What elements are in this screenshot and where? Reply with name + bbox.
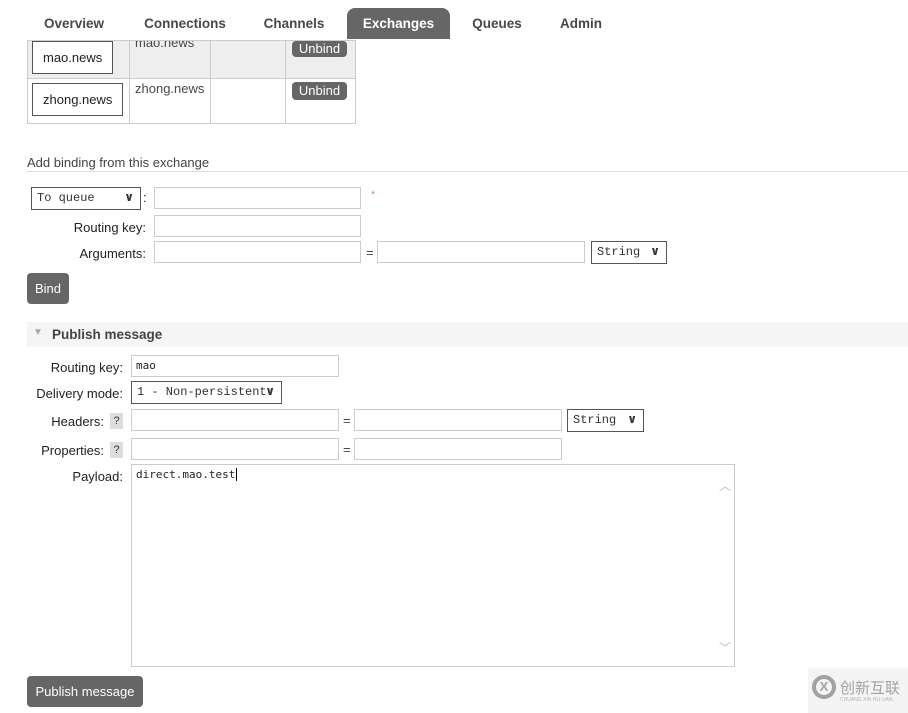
header-value-input[interactable] [354,409,562,431]
equals-sign: = [343,442,351,457]
routing-key-label: Routing key: [73,220,146,235]
publish-message-button[interactable]: Publish message [27,676,143,707]
delivery-mode-label: Delivery mode: [36,386,123,401]
table-row: mao.news mao.news Unbind [27,40,356,79]
unbind-button[interactable]: Unbind [292,82,347,100]
publish-routing-key-label: Routing key: [50,360,123,375]
properties-label: Properties: [41,443,104,458]
select-value: String [597,245,641,259]
select-value: String [573,413,617,427]
table-row: zhong.news zhong.news Unbind [27,78,356,124]
header-type-select[interactable]: String ∨ [567,409,644,432]
required-mark: * [371,189,376,201]
payload-textarea[interactable]: direct.mao.test ︿ ﹀ [131,464,735,667]
binding-destination-link[interactable]: mao.news [32,41,114,74]
tab-queues[interactable]: Queues [462,8,532,39]
watermark-logo: X 创新互联 CHUANG XIN HU LIAN [808,668,908,713]
select-value: To queue [37,191,95,205]
scroll-up-icon[interactable]: ︿ [719,477,731,494]
binding-routing-key: mao.news [129,40,211,79]
destination-type-select[interactable]: To queue ∨ [31,187,141,210]
properties-help-icon[interactable]: ? [110,442,123,458]
publish-section-header[interactable]: ▼ Publish message [27,322,908,347]
argument-type-select[interactable]: String ∨ [591,241,667,264]
payload-text: direct.mao.test [136,468,236,481]
divider [27,171,908,172]
text-cursor [236,468,238,481]
header-key-input[interactable] [131,409,339,431]
arguments-label: Arguments: [79,246,146,261]
watermark-text: 创新互联 [840,679,901,697]
argument-value-input[interactable] [377,241,585,263]
headers-label: Headers: [51,414,104,429]
tab-overview[interactable]: Overview [30,8,118,39]
chevron-down-icon: ∨ [627,412,637,426]
binding-destination-link[interactable]: zhong.news [32,83,124,116]
collapse-triangle-icon: ▼ [33,327,43,338]
payload-label: Payload: [72,469,123,484]
binding-routing-key-input[interactable] [154,215,361,237]
bindings-table: mao.news mao.news Unbind zhong.news zhon… [27,40,356,124]
publish-routing-key-input[interactable]: mao [131,355,339,377]
binding-routing-key: zhong.news [129,78,211,124]
logo-icon: X [812,675,836,699]
chevron-down-icon: ∨ [124,190,134,204]
delivery-mode-select[interactable]: 1 - Non-persistent ∨ [131,381,282,404]
tab-exchanges[interactable]: Exchanges [347,8,450,39]
publish-heading: Publish message [52,327,163,342]
chevron-down-icon: ∨ [265,384,275,398]
binding-arguments [210,40,286,79]
destination-name-input[interactable] [154,187,361,209]
property-value-input[interactable] [354,438,562,460]
scroll-down-icon[interactable]: ﹀ [719,639,731,656]
colon: : [143,190,147,205]
property-key-input[interactable] [131,438,339,460]
equals-sign: = [366,245,374,260]
unbind-button[interactable]: Unbind [292,41,347,57]
tab-admin[interactable]: Admin [546,8,616,39]
tab-channels[interactable]: Channels [252,8,336,39]
bind-button[interactable]: Bind [27,273,69,304]
argument-key-input[interactable] [154,241,361,263]
select-value: 1 - Non-persistent [137,385,267,399]
watermark-subtext: CHUANG XIN HU LIAN [840,697,893,703]
equals-sign: = [343,413,351,428]
binding-arguments [210,78,286,124]
add-binding-heading: Add binding from this exchange [27,155,210,170]
tab-connections[interactable]: Connections [130,8,240,39]
chevron-down-icon: ∨ [650,244,660,258]
headers-help-icon[interactable]: ? [110,413,123,429]
